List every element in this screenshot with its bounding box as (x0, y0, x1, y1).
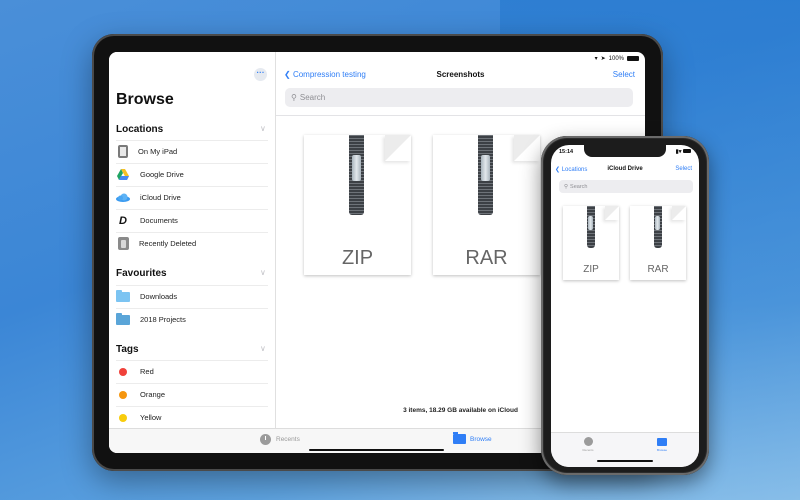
folder-icon (453, 432, 466, 444)
file-ext-label: ZIP (341, 247, 374, 269)
file-zip[interactable]: ZIP (304, 135, 411, 275)
page-fold (605, 206, 619, 220)
sidebar-item-tag-yellow[interactable]: Yellow (116, 406, 268, 428)
battery-icon (683, 149, 691, 153)
tab-bar: Recents Browse (551, 432, 699, 467)
section-header-locations[interactable]: Locations ∨ (116, 124, 266, 135)
search-input[interactable]: ⚲ Search (559, 180, 693, 193)
file-rar[interactable]: RAR (433, 135, 540, 275)
sidebar-item-tag-orange[interactable]: Orange (116, 383, 268, 405)
file-ext-label: RAR (465, 247, 508, 269)
sidebar-item-tag-red[interactable]: Red (116, 360, 268, 382)
back-button[interactable]: ❮ Compression testing (284, 70, 366, 79)
chevron-down-icon[interactable]: ∨ (260, 124, 266, 133)
search-input[interactable]: ⚲ Search (285, 88, 633, 107)
home-indicator[interactable] (597, 460, 653, 462)
folder-icon (116, 312, 130, 325)
sidebar-item-google-drive[interactable]: Google Drive (116, 163, 268, 185)
file-zip[interactable]: ZIP (563, 206, 619, 280)
back-button[interactable]: ❮ Locations (555, 166, 587, 173)
select-button[interactable]: Select (613, 70, 635, 79)
zipper-pull-icon (655, 216, 660, 230)
page-fold (385, 135, 411, 161)
notch (584, 145, 666, 157)
chevron-down-icon[interactable]: ∨ (260, 268, 266, 277)
home-indicator[interactable] (309, 449, 444, 451)
zipper-pull-icon (352, 155, 361, 181)
sidebar-item-recently-deleted[interactable]: Recently Deleted (116, 232, 268, 254)
page-fold (672, 206, 686, 220)
ipad-icon (118, 145, 128, 158)
tab-browse[interactable]: Browse (647, 437, 677, 452)
section-header-tags[interactable]: Tags ∨ (116, 344, 266, 355)
sidebar-item-2018-projects[interactable]: 2018 Projects (116, 308, 268, 330)
folder-icon (657, 438, 667, 446)
zipper-pull-icon (481, 155, 490, 181)
select-button[interactable]: Select (675, 166, 692, 172)
icloud-icon (116, 191, 130, 205)
iphone-screen: 15:14 ▮▾ ❮ Locations iCloud Drive Select… (551, 145, 699, 467)
tag-yellow-dot-icon (119, 413, 127, 422)
clock-icon (583, 437, 593, 446)
search-icon: ⚲ (564, 183, 569, 190)
tab-browse[interactable]: Browse (453, 432, 492, 444)
sidebar-item-icloud-drive[interactable]: iCloud Drive (116, 186, 268, 208)
iphone-status-icons: ▮▾ (676, 149, 691, 155)
trash-icon (118, 237, 129, 250)
documents-app-icon: D (119, 214, 127, 227)
folder-icon (116, 289, 130, 302)
tab-recents[interactable]: Recents (573, 437, 603, 452)
tag-red-dot-icon (119, 367, 127, 376)
tab-recents[interactable]: Recents (260, 434, 300, 445)
sidebar-item-on-my-ipad[interactable]: On My iPad (116, 140, 268, 162)
zipper-pull-icon (588, 216, 593, 230)
search-icon: ⚲ (291, 93, 297, 102)
google-drive-icon (116, 168, 130, 182)
iphone-status-time: 15:14 (559, 149, 574, 155)
file-ext-label: RAR (647, 264, 669, 275)
file-ext-label: ZIP (583, 264, 599, 275)
divider (276, 115, 645, 116)
sidebar-item-downloads[interactable]: Downloads (116, 285, 268, 307)
sidebar-item-documents[interactable]: D Documents (116, 209, 268, 231)
more-options-button[interactable]: ··· (254, 68, 267, 81)
sidebar: ··· Browse Locations ∨ On My iPad Google… (109, 52, 276, 428)
iphone-device: 15:14 ▮▾ ❮ Locations iCloud Drive Select… (541, 136, 709, 475)
section-header-favourites[interactable]: Favourites ∨ (116, 268, 266, 279)
tag-orange-dot-icon (119, 390, 127, 399)
page-fold (514, 135, 540, 161)
chevron-down-icon[interactable]: ∨ (260, 344, 266, 353)
file-rar[interactable]: RAR (630, 206, 686, 280)
page-title: Browse (116, 91, 174, 108)
clock-icon (260, 434, 271, 445)
